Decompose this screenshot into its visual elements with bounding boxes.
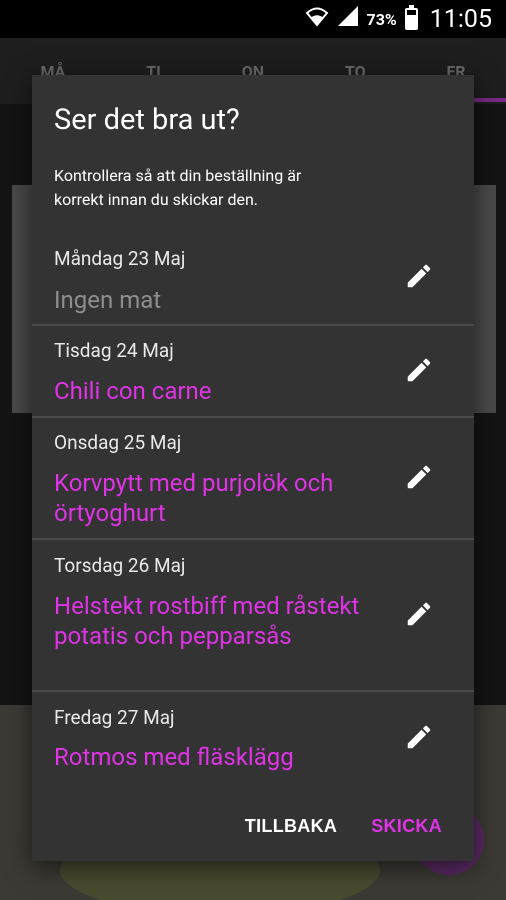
pencil-icon [407,602,431,626]
battery-percent: 73% [366,9,397,29]
dialog-message: Kontrollera så att din beställning är ko… [54,166,302,209]
send-button[interactable]: SKICKA [371,816,442,837]
dialog-title: Ser det bra ut? [54,103,240,137]
entry-meal: Ingen mat [54,286,162,314]
order-entry-wednesday: Onsdag 25 Maj Korvpytt med purjolök och … [32,418,474,540]
order-entry-thursday: Torsdag 26 Maj Helstekt rostbiff med rås… [32,540,474,692]
pencil-icon [407,465,431,489]
confirm-order-dialog: Ser det bra ut? Kontrollera så att din b… [32,75,474,861]
entry-meal: Chili con carne [54,377,212,405]
edit-button[interactable] [402,353,436,387]
edit-button[interactable] [402,720,436,754]
edit-button[interactable] [402,597,436,631]
entry-day: Fredag 27 Maj [54,706,175,729]
signal-icon [337,5,359,33]
order-list: Måndag 23 Maj Ingen mat Tisdag 24 Maj Ch… [32,233,474,784]
dialog-actions: TILLBAKA SKICKA [245,816,474,837]
wifi-icon [305,5,329,33]
pencil-icon [407,264,431,288]
entry-meal: Rotmos med fläsklägg [54,743,294,771]
order-entry-friday: Fredag 27 Maj Rotmos med fläsklägg [32,692,474,784]
order-entry-monday: Måndag 23 Maj Ingen mat [32,233,474,326]
entry-meal: Korvpytt med purjolök och örtyoghurt [54,469,334,527]
back-button[interactable]: TILLBAKA [245,816,337,837]
pencil-icon [407,725,431,749]
entry-meal: Helstekt rostbiff med råstekt potatis oc… [54,592,360,650]
entry-day: Torsdag 26 Maj [54,554,186,577]
pencil-icon [407,358,431,382]
status-bar: 73% 11:05 [0,0,506,38]
entry-day: Måndag 23 Maj [54,247,186,270]
edit-button[interactable] [402,460,436,494]
edit-button[interactable] [402,259,436,293]
entry-day: Tisdag 24 Maj [54,339,174,362]
battery-icon [404,5,418,30]
order-entry-tuesday: Tisdag 24 Maj Chili con carne [32,326,474,418]
entry-day: Onsdag 25 Maj [54,431,182,454]
status-time: 11:05 [429,4,492,34]
